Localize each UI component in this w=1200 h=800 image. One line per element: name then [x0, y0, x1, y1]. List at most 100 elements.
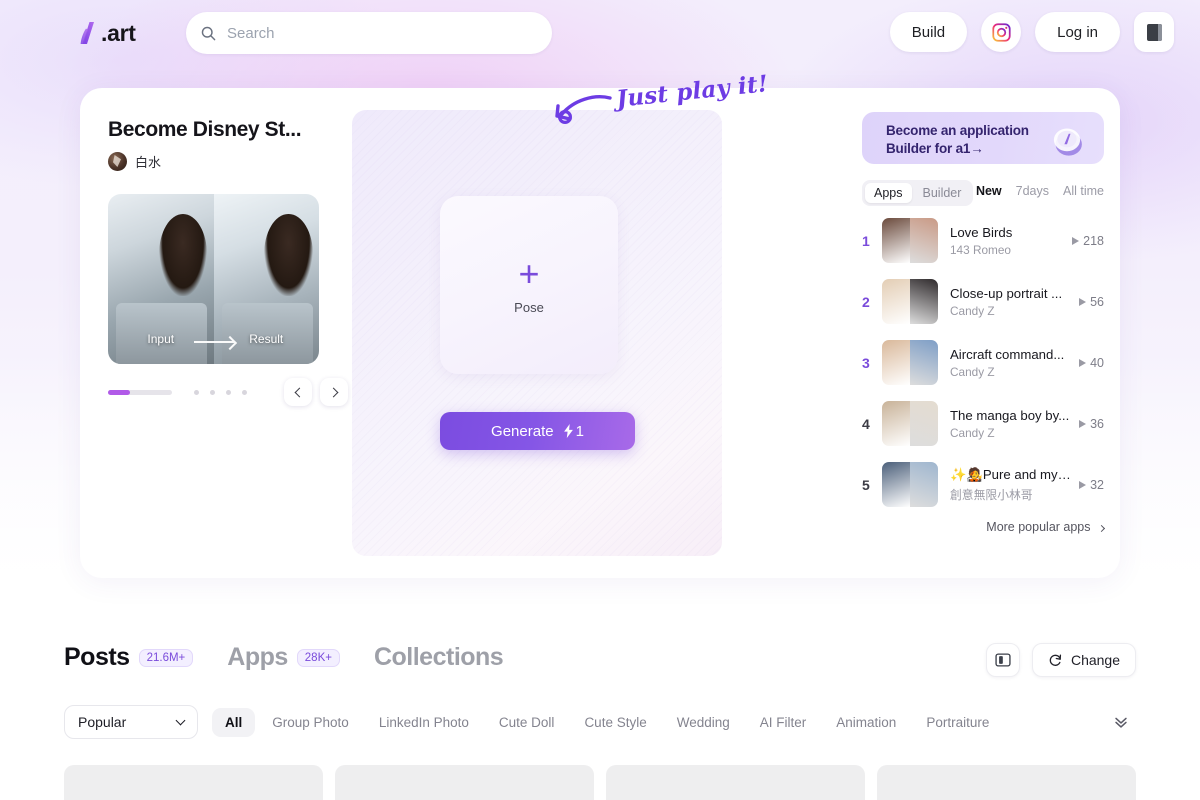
carousel-dot[interactable] — [242, 390, 247, 395]
tab-collections[interactable]: Collections — [373, 643, 504, 672]
app-meta: Aircraft command... Candy Z — [950, 347, 1073, 379]
result-card-placeholder[interactable] — [64, 765, 323, 800]
panel-layout-icon — [995, 653, 1011, 667]
category-chip-group-photo[interactable]: Group Photo — [259, 708, 362, 737]
category-chip-portraiture[interactable]: Portraiture — [913, 708, 1002, 737]
app-meta: Love Birds 143 Romeo — [950, 225, 1066, 257]
carousel-progress-track[interactable] — [108, 390, 172, 395]
author-name: 白水 — [135, 155, 162, 170]
build-button[interactable]: Build — [889, 12, 968, 52]
range-7days[interactable]: 7days — [1016, 184, 1049, 198]
hero-card: Become Disney St... 白水 Input Result + Po… — [80, 88, 1120, 578]
result-card-placeholder[interactable] — [877, 765, 1136, 800]
play-icon — [1079, 480, 1087, 489]
generate-button[interactable]: Generate 1 — [440, 412, 635, 450]
rank-number: 5 — [862, 476, 870, 493]
range-new[interactable]: New — [976, 184, 1002, 198]
category-chip-animation[interactable]: Animation — [823, 708, 909, 737]
category-chip-ai-filter[interactable]: AI Filter — [747, 708, 820, 737]
carousel-dot[interactable] — [226, 390, 231, 395]
builder-promo-line1: Become an application — [886, 123, 1029, 138]
preview-input-label: Input — [147, 332, 175, 346]
change-label: Change — [1070, 652, 1120, 668]
category-chip-linkedin-photo[interactable]: LinkedIn Photo — [366, 708, 482, 737]
carousel-arrows — [284, 378, 348, 406]
category-chip-cute-style[interactable]: Cute Style — [571, 708, 659, 737]
docs-button[interactable] — [1134, 12, 1174, 52]
login-button[interactable]: Log in — [1035, 12, 1120, 52]
layout-toggle-button[interactable] — [985, 643, 1020, 677]
popular-app-item[interactable]: 5 ✨🧑‍🎤Pure and mys... 創意無限小林哥 32 — [862, 460, 1104, 509]
carousel-next-button[interactable] — [320, 378, 348, 406]
play-icon — [1079, 358, 1087, 367]
carousel-dot[interactable] — [210, 390, 215, 395]
sort-dropdown[interactable]: Popular — [64, 705, 198, 739]
nav-actions: Build Log in — [889, 12, 1174, 52]
app-author: 143 Romeo — [950, 242, 1011, 257]
rank-number: 1 — [862, 232, 870, 249]
popular-apps-panel: Become an application Builder for a1→ Ap… — [782, 88, 1120, 578]
popular-app-item[interactable]: 2 Close-up portrait ... Candy Z 56 — [862, 277, 1104, 326]
segment-builder[interactable]: Builder — [914, 183, 971, 203]
app-thumbnail — [882, 462, 938, 507]
tab-collections-label: Collections — [373, 643, 504, 671]
book-icon — [1146, 23, 1162, 41]
category-chip-cute-doll[interactable]: Cute Doll — [486, 708, 568, 737]
app-thumbnail — [882, 279, 938, 324]
app-thumbnail — [882, 401, 938, 446]
expand-filters-button[interactable] — [1106, 707, 1136, 737]
time-range-filters: New 7days All time — [976, 184, 1104, 198]
play-icon — [1079, 297, 1087, 306]
chevron-right-icon — [1097, 524, 1106, 533]
category-chip-wedding[interactable]: Wedding — [664, 708, 743, 737]
top-navigation: .art Build Log in — [0, 0, 1200, 66]
more-popular-apps-link[interactable]: More popular apps — [862, 520, 1106, 534]
change-button[interactable]: Change — [1031, 643, 1136, 677]
sort-value: Popular — [78, 714, 127, 730]
play-count: 218 — [1072, 234, 1104, 248]
popular-app-item[interactable]: 3 Aircraft command... Candy Z 40 — [862, 338, 1104, 387]
rank-number: 2 — [862, 293, 870, 310]
search-bar[interactable] — [186, 12, 552, 54]
results-grid — [64, 765, 1136, 800]
generate-cost-value: 1 — [575, 422, 584, 440]
segment-apps[interactable]: Apps — [865, 183, 912, 203]
search-input[interactable] — [227, 24, 538, 42]
brand-logo[interactable]: .art — [76, 18, 136, 48]
result-card-placeholder[interactable] — [606, 765, 865, 800]
panel-filters: Apps Builder New 7days All time — [862, 180, 1104, 206]
result-card-placeholder[interactable] — [335, 765, 594, 800]
browse-filters: Popular All Group Photo LinkedIn Photo Cute… — [64, 705, 1136, 739]
play-count-value: 36 — [1090, 416, 1104, 431]
tab-apps-count: 28K+ — [296, 648, 340, 667]
pose-upload-dropzone[interactable]: + Pose — [440, 196, 618, 374]
carousel-prev-button[interactable] — [284, 378, 312, 406]
refresh-icon — [1049, 654, 1062, 666]
page-root: .art Build Log in — [0, 0, 1200, 800]
category-chip-all[interactable]: All — [212, 707, 256, 737]
play-icon — [1072, 236, 1080, 245]
preview-arrow-icon — [193, 341, 234, 343]
play-count: 32 — [1079, 478, 1104, 492]
carousel-dot[interactable] — [194, 390, 199, 395]
builder-promo-line2: Builder for a1→ — [886, 140, 984, 156]
search-icon — [201, 26, 216, 40]
range-all-time[interactable]: All time — [1063, 184, 1104, 198]
popular-app-item[interactable]: 1 Love Birds 143 Romeo 218 — [862, 216, 1104, 265]
instagram-button[interactable] — [981, 12, 1022, 52]
tab-apps[interactable]: Apps 28K+ — [227, 643, 340, 672]
before-after-preview[interactable]: Input Result — [108, 194, 319, 364]
app-author: Candy Z — [950, 425, 995, 440]
play-count: 36 — [1079, 417, 1104, 431]
app-title: ✨🧑‍🎤Pure and mys... — [950, 466, 1074, 482]
coin-icon — [1053, 128, 1082, 156]
browse-section: Posts 21.6M+ Apps 28K+ Collections Chang… — [0, 600, 1200, 800]
tab-posts[interactable]: Posts 21.6M+ — [64, 643, 194, 672]
app-meta: ✨🧑‍🎤Pure and mys... 創意無限小林哥 — [950, 467, 1073, 503]
chevron-right-icon — [328, 387, 338, 397]
builder-promo-banner[interactable]: Become an application Builder for a1→ — [862, 112, 1104, 164]
app-thumbnail — [882, 340, 938, 385]
popular-app-item[interactable]: 4 The manga boy by... Candy Z 36 — [862, 399, 1104, 448]
carousel-dots[interactable] — [194, 390, 247, 395]
tab-posts-count: 21.6M+ — [138, 648, 194, 667]
